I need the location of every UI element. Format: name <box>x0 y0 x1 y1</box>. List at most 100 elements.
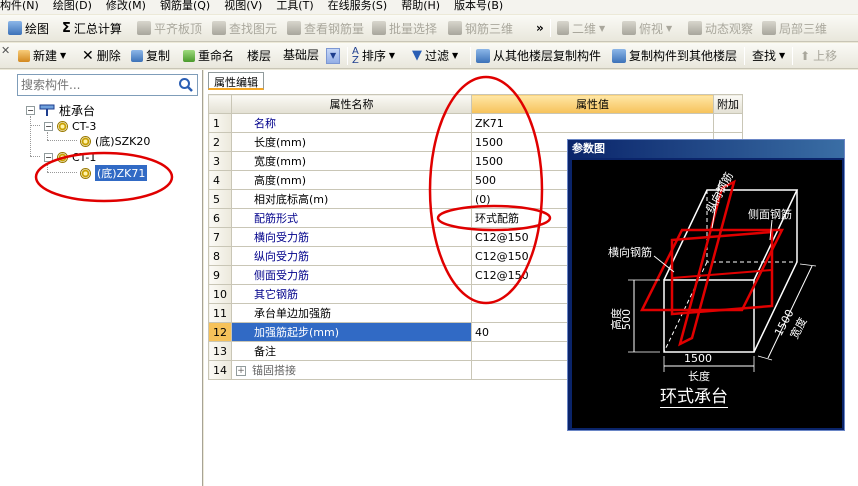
chevron-down-icon: ▼ <box>779 51 786 60</box>
pile-cap-icon <box>39 104 55 116</box>
gear-icon <box>80 167 91 179</box>
top-view-button[interactable]: 俯视 ▼ <box>622 15 672 41</box>
header-extra: 附加 <box>713 94 743 114</box>
menu-version[interactable]: 版本号(B) <box>454 0 503 12</box>
property-name: 长度(mm) <box>231 132 472 152</box>
gear-icon <box>57 120 68 132</box>
component-tree: − 桩承台 − CT-3 (底)SZK20 − CT-1 (底)ZK71 <box>0 102 203 302</box>
copy-to-floor-button[interactable]: 复制构件到其他楼层 <box>612 43 737 68</box>
label-length-value: 1500 <box>684 352 712 365</box>
collapse-icon[interactable]: − <box>44 121 53 131</box>
toolbar-overflow-icon[interactable]: » <box>536 15 544 41</box>
view-rebar-button[interactable]: 查看钢筋量 <box>287 15 364 41</box>
dynamic-view-button[interactable]: 动态观察 <box>688 15 753 41</box>
find-element-icon <box>212 21 226 35</box>
menu-component[interactable]: 构件(N) <box>0 0 39 12</box>
gear-icon <box>80 135 91 147</box>
row-index: 5 <box>208 189 232 209</box>
search-input[interactable] <box>18 75 168 95</box>
rebar-3d-button[interactable]: 钢筋三维 <box>448 15 513 41</box>
row-index: 7 <box>208 227 232 247</box>
expand-icon[interactable]: + <box>236 366 246 376</box>
row-index: 9 <box>208 265 232 285</box>
view-rebar-icon <box>287 21 301 35</box>
delete-button[interactable]: ✕ 删除 <box>82 43 121 68</box>
label-height-value: 500 <box>620 309 633 330</box>
param-figure-window: 参数图 纵向钢筋 侧面钢筋 横向钢筋 高度 500 1500 宽度 1500 长… <box>567 139 845 431</box>
find-element-button[interactable]: 查找图元 <box>212 15 277 41</box>
sort-icon: AZ <box>352 45 359 66</box>
local-3d-icon <box>762 21 776 35</box>
label-side: 侧面钢筋 <box>748 208 792 221</box>
param-figure-canvas: 纵向钢筋 侧面钢筋 横向钢筋 高度 500 1500 宽度 1500 长度 环式… <box>572 160 842 428</box>
rename-button[interactable]: 重命名 <box>183 43 234 68</box>
menu-online[interactable]: 在线服务(S) <box>328 0 388 12</box>
move-up-button[interactable]: ⬆ 上移 <box>800 43 837 68</box>
sum-calc-button[interactable]: Σ 汇总计算 <box>62 15 122 41</box>
tree-item-ct1[interactable]: − CT-1 <box>44 149 96 165</box>
batch-select-icon <box>372 21 386 35</box>
sort-button[interactable]: A Z 排序 ▼ <box>352 43 395 68</box>
row-index: 4 <box>208 170 232 190</box>
chevron-down-icon: ▼ <box>452 51 459 60</box>
close-icon[interactable]: ✕ <box>1 44 13 58</box>
copy-button[interactable]: 复制 <box>131 43 170 68</box>
property-name: 相对底标高(m) <box>231 189 472 209</box>
floor-select[interactable]: 基础层 ▼ <box>279 43 341 68</box>
menu-tools[interactable]: 工具(T) <box>276 0 313 12</box>
search-icon[interactable] <box>178 77 194 93</box>
menu-modify[interactable]: 修改(M) <box>106 0 146 12</box>
copy-from-floor-icon <box>476 48 490 63</box>
new-button[interactable]: 新建 ▼ <box>18 43 66 68</box>
row-index: 1 <box>208 113 232 133</box>
property-group-anchor[interactable]: + 锚固搭接 <box>231 360 472 380</box>
property-value[interactable]: ZK71 <box>471 113 714 133</box>
header-value: 属性值 <box>471 94 714 114</box>
local-3d-button[interactable]: 局部三维 <box>762 15 827 41</box>
property-name: 承台单边加强筋 <box>231 303 472 323</box>
main-toolbar: 绘图 Σ 汇总计算 平齐板顶 查找图元 查看钢筋量 批量选择 钢筋三维 » 二维 ▼… <box>0 15 858 42</box>
menu-view[interactable]: 视图(V) <box>224 0 262 12</box>
row-index: 13 <box>208 341 232 361</box>
menu-rebar-qty[interactable]: 钢筋量(Q) <box>160 0 210 12</box>
property-name: 加强筋起步(mm) <box>231 322 472 342</box>
property-name: 名称 <box>231 113 472 133</box>
property-name: 侧面受力筋 <box>231 265 472 285</box>
menu-draw[interactable]: 绘图(D) <box>53 0 92 12</box>
param-figure-title: 参数图 <box>568 140 844 158</box>
copy-from-floor-button[interactable]: 从其他楼层复制构件 <box>476 43 601 68</box>
tree-root[interactable]: − 桩承台 <box>26 102 95 118</box>
level-slab-button[interactable]: 平齐板顶 <box>137 15 202 41</box>
property-name: 横向受力筋 <box>231 227 472 247</box>
find-button[interactable]: 查找 ▼ <box>752 43 785 68</box>
tab-property-edit[interactable]: 属性编辑 <box>208 72 264 90</box>
draw-button[interactable]: 绘图 <box>8 15 49 41</box>
grid-header-row: 属性名称 属性值 附加 <box>208 94 743 114</box>
tree-item-zk71[interactable]: (底)ZK71 <box>80 165 148 181</box>
row-index: 12 <box>208 322 232 342</box>
property-name: 纵向受力筋 <box>231 246 472 266</box>
filter-button[interactable]: ▼ 过滤 ▼ <box>412 43 458 68</box>
view-mode-select[interactable]: 二维 ▼ <box>557 15 605 41</box>
tree-item-szk20[interactable]: (底)SZK20 <box>80 133 150 149</box>
level-slab-icon <box>137 21 151 35</box>
property-name: 高度(mm) <box>231 170 472 190</box>
view-mode-icon <box>557 21 569 35</box>
batch-select-button[interactable]: 批量选择 <box>372 15 437 41</box>
row-index: 10 <box>208 284 232 304</box>
orbit-icon <box>688 21 702 35</box>
tree-item-ct3[interactable]: − CT-3 <box>44 118 96 134</box>
menu-help[interactable]: 帮助(H) <box>401 0 440 12</box>
collapse-icon[interactable]: − <box>26 105 35 115</box>
extra-cell[interactable] <box>713 113 743 133</box>
chevron-down-icon: ▼ <box>60 51 67 60</box>
chevron-down-icon: ▼ <box>388 51 396 60</box>
floor-label: 楼层 <box>247 49 272 63</box>
figure-caption: 环式承台 <box>660 382 728 408</box>
collapse-icon[interactable]: − <box>44 152 53 162</box>
row-index: 3 <box>208 151 232 171</box>
menu-bar: 构件(N) 绘图(D) 修改(M) 钢筋量(Q) 视图(V) 工具(T) 在线服务(S) 帮助… <box>0 0 858 14</box>
rebar-3d-icon <box>448 21 462 35</box>
table-row[interactable]: 1 名称 ZK71 <box>208 113 743 133</box>
copy-icon <box>131 49 143 62</box>
